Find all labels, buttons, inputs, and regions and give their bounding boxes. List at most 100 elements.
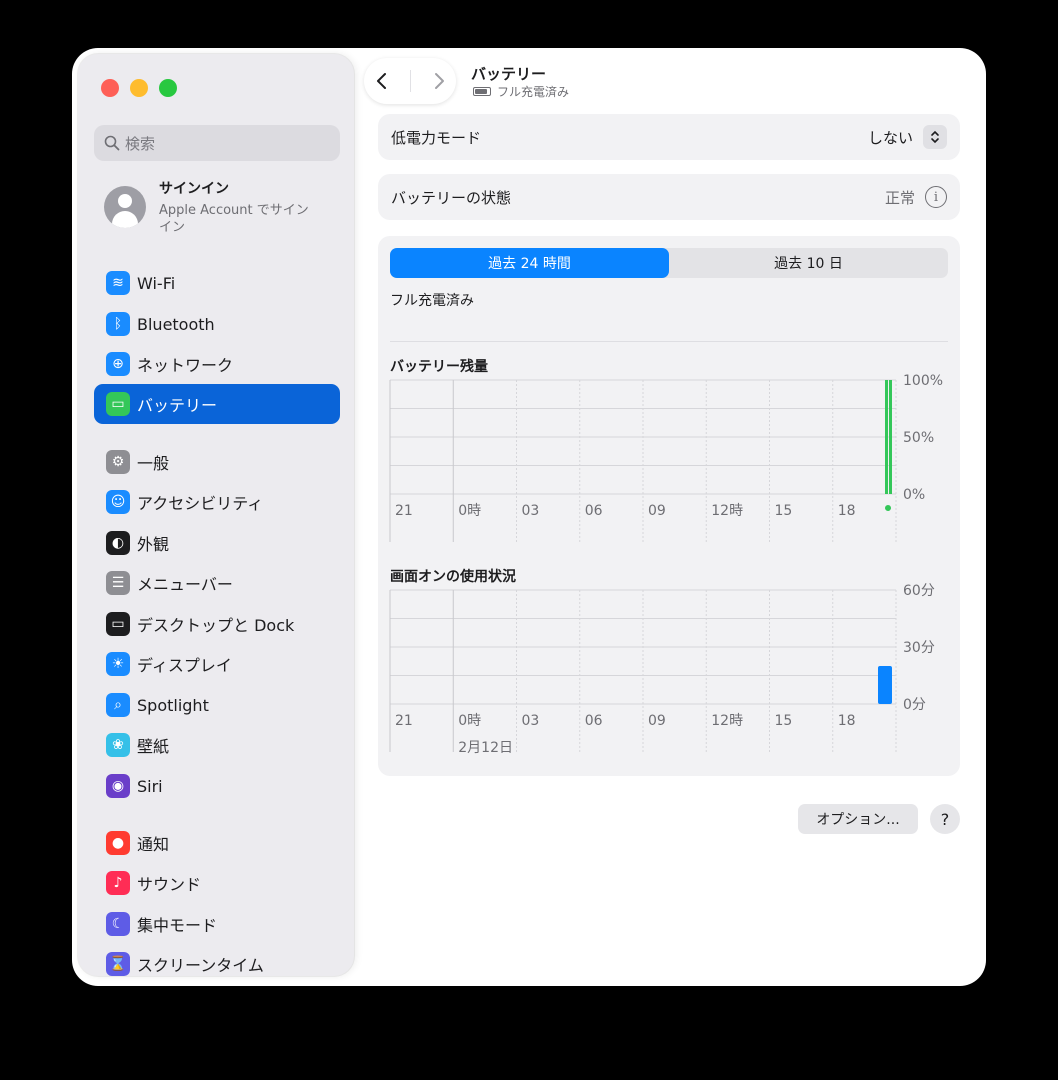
battery-level-chart: 100% 50% 0% 21 0時 03 06 09 12時 15 18 bbox=[389, 373, 943, 542]
chevron-updown-icon bbox=[931, 130, 939, 144]
period-segmented-control: 過去 24 時間 過去 10 日 bbox=[390, 248, 948, 278]
sidebar-item-siri[interactable]: ◉ Siri bbox=[94, 766, 340, 806]
low-power-value[interactable]: しない bbox=[868, 127, 913, 148]
account-subtitle: Apple Account でサインイン bbox=[159, 203, 309, 235]
battery-bar bbox=[885, 380, 888, 494]
x-tick-label: 0時 bbox=[458, 713, 481, 729]
sidebar-item-notifications[interactable]: ● 通知 bbox=[94, 823, 340, 863]
sidebar-item-dock[interactable]: ▭ デスクトップと Dock bbox=[94, 604, 340, 644]
sidebar-item-accessibility[interactable]: ☺ アクセシビリティ bbox=[94, 482, 340, 522]
sidebar-item-label: Wi-Fi bbox=[137, 273, 176, 293]
x-tick-label: 12時 bbox=[711, 713, 743, 729]
sidebar-item-gear[interactable]: ⚙ 一般 bbox=[94, 442, 340, 482]
back-chevron-icon[interactable] bbox=[375, 71, 389, 91]
account-title: サインイン bbox=[159, 181, 229, 197]
battery-health-row: バッテリーの状態 正常 i bbox=[378, 174, 960, 220]
battery-icon: ▭ bbox=[106, 392, 130, 416]
wifi-icon: ≋ bbox=[106, 271, 130, 295]
y-tick-label: 30分 bbox=[903, 640, 935, 656]
sidebar-item-label: スクリーンタイム bbox=[137, 956, 264, 975]
page-title: バッテリー bbox=[471, 65, 547, 83]
sidebar: 検索 サインイン Apple Account でサインイン ≋ Wi-Fi ᛒ Blu… bbox=[78, 54, 354, 976]
date-label: 2月12日 bbox=[458, 740, 513, 756]
y-tick-label: 60分 bbox=[903, 583, 935, 599]
x-tick-label: 06 bbox=[585, 503, 603, 519]
info-icon[interactable]: i bbox=[925, 186, 947, 208]
siri-icon: ◉ bbox=[106, 774, 130, 798]
sidebar-item-label: バッテリー bbox=[137, 396, 218, 415]
sidebar-item-label: ディスプレイ bbox=[137, 656, 232, 675]
x-tick-label: 03 bbox=[522, 503, 540, 519]
account-signin[interactable]: サインイン Apple Account でサインイン bbox=[104, 178, 319, 236]
tab-last-10-days[interactable]: 過去 10 日 bbox=[669, 248, 948, 278]
sidebar-item-label: 一般 bbox=[137, 454, 170, 473]
help-button[interactable]: ? bbox=[930, 804, 960, 834]
sidebar-item-label: Siri bbox=[137, 776, 163, 796]
focus-icon: ☾ bbox=[106, 912, 130, 936]
low-power-row: 低電力モード しない bbox=[378, 114, 960, 160]
search-input[interactable]: 検索 bbox=[94, 125, 340, 161]
globe-icon: ⊕ bbox=[106, 352, 130, 376]
avatar-icon bbox=[104, 186, 146, 228]
spotlight-icon: ⌕ bbox=[106, 693, 130, 717]
usage-card: 過去 24 時間 過去 10 日 フル充電済み バッテリー残量 100% 50% 0… bbox=[378, 236, 960, 776]
menubar-icon: ☰ bbox=[106, 571, 130, 595]
x-tick-label: 09 bbox=[648, 713, 666, 729]
sidebar-item-label: 外観 bbox=[137, 535, 170, 554]
notifications-icon: ● bbox=[106, 831, 130, 855]
sidebar-item-bluetooth[interactable]: ᛒ Bluetooth bbox=[94, 304, 340, 344]
minimize-button[interactable] bbox=[130, 79, 148, 97]
appearance-icon: ◐ bbox=[106, 531, 130, 555]
sidebar-item-globe[interactable]: ⊕ ネットワーク bbox=[94, 344, 340, 384]
sidebar-item-label: ネットワーク bbox=[137, 356, 234, 375]
x-tick-label: 12時 bbox=[711, 503, 743, 519]
y-tick-label: 50% bbox=[903, 430, 934, 446]
x-tick-label: 06 bbox=[585, 713, 603, 729]
x-tick-label: 0時 bbox=[458, 503, 481, 519]
battery-bar bbox=[889, 380, 892, 494]
x-tick-label: 03 bbox=[522, 713, 540, 729]
x-tick-label: 18 bbox=[838, 713, 856, 729]
page-subtitle-text: フル充電済み bbox=[497, 85, 570, 99]
page-subtitle: フル充電済み bbox=[473, 83, 569, 100]
usage-bar bbox=[878, 666, 892, 704]
history-nav bbox=[364, 58, 456, 104]
low-power-popup-button[interactable] bbox=[923, 125, 947, 149]
sidebar-item-appearance[interactable]: ◐ 外観 bbox=[94, 523, 340, 563]
sidebar-item-wallpaper[interactable]: ❀ 壁紙 bbox=[94, 725, 340, 765]
sidebar-item-hourglass[interactable]: ⌛ スクリーンタイム bbox=[94, 944, 340, 984]
search-placeholder: 検索 bbox=[125, 134, 156, 153]
screen-usage-chart: 60分 30分 0分 21 0時 03 06 09 12時 15 18 2月12日 bbox=[389, 583, 935, 756]
sidebar-item-label: アクセシビリティ bbox=[137, 494, 264, 513]
sidebar-item-focus[interactable]: ☾ 集中モード bbox=[94, 904, 340, 944]
sidebar-item-label: 集中モード bbox=[137, 916, 218, 935]
low-power-label: 低電力モード bbox=[391, 128, 482, 147]
settings-window: 検索 サインイン Apple Account でサインイン ≋ Wi-Fi ᛒ Blu… bbox=[72, 48, 986, 986]
charge-status: フル充電済み bbox=[390, 293, 474, 309]
x-tick-label: 21 bbox=[395, 503, 413, 519]
hourglass-icon: ⌛ bbox=[106, 952, 130, 976]
sidebar-item-spotlight[interactable]: ⌕ Spotlight bbox=[94, 685, 340, 725]
sound-icon: ♪ bbox=[106, 871, 130, 895]
sidebar-item-sound[interactable]: ♪ サウンド bbox=[94, 863, 340, 903]
sidebar-item-battery[interactable]: ▭ バッテリー bbox=[94, 384, 340, 424]
sidebar-item-wifi[interactable]: ≋ Wi-Fi bbox=[94, 263, 340, 303]
main-pane: バッテリー フル充電済み 低電力モード しない バッテリーの状態 正常 i 過去… bbox=[364, 48, 986, 986]
close-button[interactable] bbox=[101, 79, 119, 97]
options-button[interactable]: オプション... bbox=[798, 804, 918, 834]
bluetooth-icon: ᛒ bbox=[106, 312, 130, 336]
sidebar-item-menubar[interactable]: ☰ メニューバー bbox=[94, 563, 340, 603]
x-tick-label: 15 bbox=[775, 503, 793, 519]
window-controls bbox=[101, 79, 177, 97]
sidebar-item-label: デスクトップと Dock bbox=[137, 616, 295, 635]
tab-last-24-hours[interactable]: 過去 24 時間 bbox=[390, 248, 669, 278]
forward-chevron-icon[interactable] bbox=[432, 71, 446, 91]
dock-icon: ▭ bbox=[106, 612, 130, 636]
divider bbox=[390, 341, 948, 342]
battery-health-label: バッテリーの状態 bbox=[391, 188, 512, 207]
battery-small-icon bbox=[473, 87, 491, 96]
sidebar-item-label: メニューバー bbox=[137, 575, 233, 594]
zoom-button[interactable] bbox=[159, 79, 177, 97]
sidebar-item-display[interactable]: ☀ ディスプレイ bbox=[94, 644, 340, 684]
sidebar-item-label: 壁紙 bbox=[137, 737, 170, 756]
